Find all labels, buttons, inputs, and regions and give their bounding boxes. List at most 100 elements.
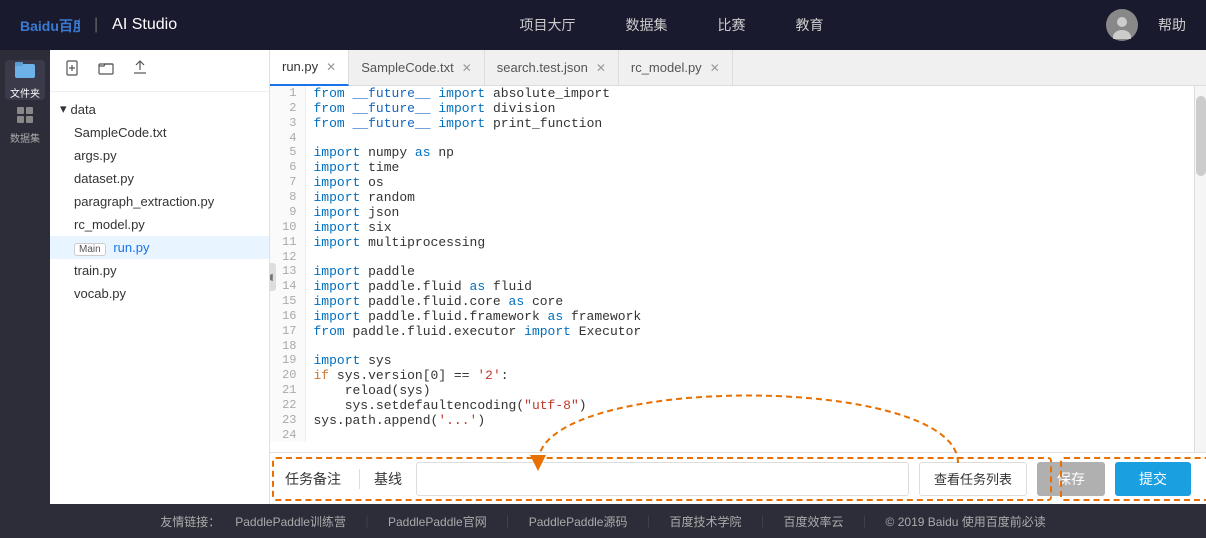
list-item[interactable]: vocab.py xyxy=(50,282,269,305)
table-row: 21 reload(sys) xyxy=(270,383,1194,398)
table-row: 5import numpy as np xyxy=(270,145,1194,160)
submit-button[interactable]: 提交 xyxy=(1115,462,1191,496)
table-row: 11import multiprocessing xyxy=(270,235,1194,250)
close-icon[interactable]: ✕ xyxy=(596,62,606,74)
save-button[interactable]: 保存 xyxy=(1037,462,1105,496)
upload-button[interactable] xyxy=(128,58,152,83)
bottom-bar: 任务备注 基线 查看任务列表 保存 提交 xyxy=(270,452,1206,504)
close-icon[interactable]: ✕ xyxy=(462,62,472,74)
logo-area: Baidu百度 | AI Studio xyxy=(20,13,177,37)
tab-label: run.py xyxy=(282,59,318,74)
svg-text:Baidu百度: Baidu百度 xyxy=(20,18,80,34)
scrollbar-thumb[interactable] xyxy=(1196,96,1206,176)
new-folder-button[interactable] xyxy=(94,58,118,83)
tabs-bar: run.py ✕ SampleCode.txt ✕ search.test.js… xyxy=(270,50,1206,86)
logo-baidu: Baidu百度 xyxy=(20,13,80,37)
sidebar-item-files[interactable]: 文件夹 xyxy=(5,60,45,100)
nav-item-competition[interactable]: 比赛 xyxy=(718,15,746,35)
nav-right: 帮助 xyxy=(1106,9,1186,41)
task-input[interactable] xyxy=(416,462,909,496)
view-tasks-button[interactable]: 查看任务列表 xyxy=(919,462,1027,496)
list-item[interactable]: paragraph_extraction.py xyxy=(50,190,269,213)
table-row: 9import json xyxy=(270,205,1194,220)
datasets-icon xyxy=(15,105,35,128)
tab-label: search.test.json xyxy=(497,60,588,75)
chevron-down-icon: ▾ xyxy=(60,101,67,117)
table-row: 12 xyxy=(270,250,1194,264)
tab-label: rc_model.py xyxy=(631,60,702,75)
table-row: 2from __future__ import division xyxy=(270,101,1194,116)
nav-items: 项目大厅 数据集 比赛 教育 xyxy=(237,15,1106,35)
table-row: 23sys.path.append('...') xyxy=(270,413,1194,428)
table-row: 8import random xyxy=(270,190,1194,205)
sidebar-item-datasets[interactable]: 数据集 xyxy=(5,105,45,145)
footer-link[interactable]: PaddlePaddle源码 xyxy=(529,513,628,530)
table-row: 22 sys.setdefaultencoding("utf-8") xyxy=(270,398,1194,413)
files-label: 文件夹 xyxy=(10,85,40,100)
logo-separator: | xyxy=(94,16,98,34)
footer-link[interactable]: 百度技术学院 xyxy=(669,513,741,530)
table-row: 4 xyxy=(270,131,1194,145)
code-editor[interactable]: 1from __future__ import absolute_import … xyxy=(270,86,1194,452)
new-file-button[interactable] xyxy=(60,58,84,83)
table-row: 14import paddle.fluid as fluid xyxy=(270,279,1194,294)
close-icon[interactable]: ✕ xyxy=(326,61,336,73)
table-row: 16import paddle.fluid.framework as frame… xyxy=(270,309,1194,324)
table-row: 24 xyxy=(270,428,1194,442)
folder-icon xyxy=(15,60,35,83)
table-row: 20if sys.version[0] == '2': xyxy=(270,368,1194,383)
main-area: 文件夹 数据集 xyxy=(0,50,1206,504)
tab-run-py[interactable]: run.py ✕ xyxy=(270,50,349,86)
editor-area: ◀ run.py ✕ SampleCode.txt ✕ search.test.… xyxy=(270,50,1206,504)
footer-link[interactable]: PaddlePaddle训练营 xyxy=(235,513,346,530)
code-table: 1from __future__ import absolute_import … xyxy=(270,86,1194,442)
nav-item-education[interactable]: 教育 xyxy=(796,15,824,35)
footer-link[interactable]: PaddlePaddle官网 xyxy=(388,513,487,530)
main-badge: Main xyxy=(74,243,106,256)
table-row: 10import six xyxy=(270,220,1194,235)
tab-search-json[interactable]: search.test.json ✕ xyxy=(485,50,619,86)
list-item[interactable]: args.py xyxy=(50,144,269,167)
table-row: 13import paddle xyxy=(270,264,1194,279)
run-py-label: run.py xyxy=(113,240,149,255)
tab-label: SampleCode.txt xyxy=(361,60,454,75)
list-item[interactable]: dataset.py xyxy=(50,167,269,190)
task-note-label: 任务备注 xyxy=(285,469,341,489)
sidebar-icons: 文件夹 数据集 xyxy=(0,50,50,504)
table-row: 17from paddle.fluid.executor import Exec… xyxy=(270,324,1194,339)
panel-collapse-handle[interactable]: ◀ xyxy=(270,263,276,291)
scrollbar-track[interactable] xyxy=(1194,86,1206,452)
table-row: 3from __future__ import print_function xyxy=(270,116,1194,131)
list-item[interactable]: train.py xyxy=(50,259,269,282)
file-panel: ▾ data SampleCode.txt args.py dataset.py… xyxy=(50,50,270,504)
list-item-run[interactable]: Main run.py xyxy=(50,236,269,259)
logo-studio: AI Studio xyxy=(112,16,177,34)
file-toolbar xyxy=(50,50,269,92)
nav-item-projects[interactable]: 项目大厅 xyxy=(520,15,576,35)
table-row: 1from __future__ import absolute_import xyxy=(270,86,1194,101)
list-item[interactable]: SampleCode.txt xyxy=(50,121,269,144)
avatar[interactable] xyxy=(1106,9,1138,41)
footer-copyright: © 2019 Baidu 使用百度前必读 xyxy=(886,513,1046,530)
table-row: 19import sys xyxy=(270,353,1194,368)
table-row: 6import time xyxy=(270,160,1194,175)
tab-rc-model[interactable]: rc_model.py ✕ xyxy=(619,50,733,86)
code-area: 1from __future__ import absolute_import … xyxy=(270,86,1206,452)
footer: 友情链接： PaddlePaddle训练营 ｜ PaddlePaddle官网 ｜… xyxy=(0,504,1206,538)
table-row: 15import paddle.fluid.core as core xyxy=(270,294,1194,309)
footer-link[interactable]: 百度效率云 xyxy=(784,513,844,530)
table-row: 7import os xyxy=(270,175,1194,190)
list-item[interactable]: rc_model.py xyxy=(50,213,269,236)
help-link[interactable]: 帮助 xyxy=(1158,15,1186,35)
file-list: ▾ data SampleCode.txt args.py dataset.py… xyxy=(50,92,269,504)
table-row: 18 xyxy=(270,339,1194,353)
top-nav: Baidu百度 | AI Studio 项目大厅 数据集 比赛 教育 帮助 xyxy=(0,0,1206,50)
tab-samplecode[interactable]: SampleCode.txt ✕ xyxy=(349,50,485,86)
nav-item-datasets[interactable]: 数据集 xyxy=(626,15,668,35)
folder-data[interactable]: ▾ data xyxy=(50,97,269,121)
baseline-label: 基线 xyxy=(374,469,402,489)
folder-name: data xyxy=(71,102,96,117)
close-icon[interactable]: ✕ xyxy=(710,62,720,74)
datasets-label: 数据集 xyxy=(10,130,40,145)
footer-prefix: 友情链接： xyxy=(160,513,220,530)
